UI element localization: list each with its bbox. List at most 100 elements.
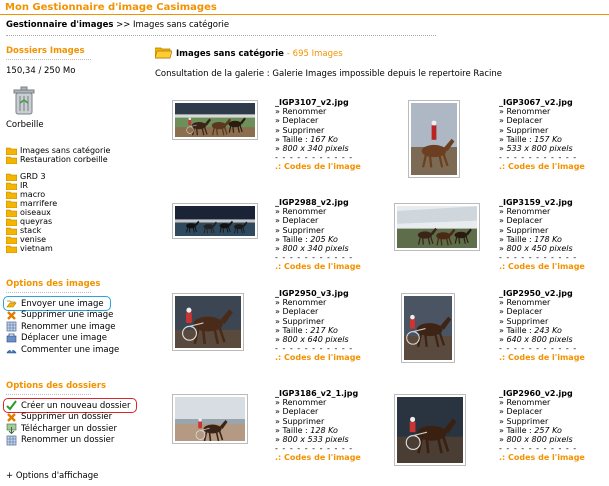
rename-link[interactable]: » Renommer [499, 207, 585, 216]
gallery-notice: Consultation de la galerie : Galerie Ima… [155, 69, 503, 79]
separator-dashes: - - - - - - - - - - - [499, 253, 578, 263]
folder-label: oiseaux [20, 208, 51, 217]
separator-dashes: - - - - - - - - - - - [499, 344, 578, 354]
folder-item[interactable]: vietnam [5, 244, 57, 253]
separator-dashes: - - - - - - - - - - - [275, 253, 354, 263]
image-thumbnail[interactable] [401, 293, 455, 363]
folder-label: Images sans catégorie [20, 146, 111, 155]
folder-item-restore-trash[interactable]: Restauration corbeille [5, 155, 110, 164]
image-size: » Taille : 257 Ko [499, 426, 585, 435]
download-folder-button[interactable]: Télécharger un dossier [6, 423, 137, 435]
image-thumbnail[interactable] [394, 394, 466, 466]
image-preview [175, 206, 255, 236]
image-thumbnail[interactable] [408, 100, 460, 178]
folder-item[interactable]: GRD 3 [5, 172, 57, 181]
move-link[interactable]: » Deplacer [275, 407, 361, 416]
breadcrumb-root[interactable]: Gestionnaire d'images [6, 20, 113, 30]
rename-link[interactable]: » Renommer [275, 398, 361, 407]
move-icon [6, 333, 17, 344]
image-codes-link[interactable]: .: Codes de l'image [499, 453, 585, 462]
rename-image-button[interactable]: Renommer une image [6, 321, 119, 333]
trash-label[interactable]: Corbeille [6, 120, 44, 130]
folder-item[interactable]: macro [5, 190, 57, 199]
image-codes-link[interactable]: .: Codes de l'image [275, 162, 361, 171]
folder-list: GRD 3 IR macro marrifere oiseaux queyras stack… [5, 172, 58, 253]
rename-link[interactable]: » Renommer [275, 298, 361, 307]
separator-dashes: - - - - - - - - - - - [275, 153, 354, 163]
delete-link[interactable]: » Supprimer [499, 317, 585, 326]
move-link[interactable]: » Deplacer [499, 216, 585, 225]
image-thumbnail[interactable] [172, 394, 248, 444]
rename-link[interactable]: » Renommer [499, 398, 585, 407]
size-value: 167 Ko [310, 134, 338, 144]
folder-item[interactable]: stack [5, 226, 57, 235]
trash-icon[interactable] [10, 84, 38, 116]
folder-item[interactable]: IR [5, 181, 57, 190]
image-preview [397, 206, 477, 248]
image-size: » Taille : 157 Ko [499, 135, 585, 144]
delete-link[interactable]: » Supprimer [275, 226, 361, 235]
folder-label: marrifere [20, 199, 58, 208]
image-thumbnail[interactable] [394, 203, 480, 251]
image-dimensions: » 800 x 340 pixels [275, 144, 361, 153]
folder-item[interactable]: oiseaux [5, 208, 57, 217]
folder-icon [5, 182, 18, 190]
delete-link[interactable]: » Supprimer [499, 226, 585, 235]
move-link[interactable]: » Deplacer [275, 307, 361, 316]
size-value: 257 Ko [534, 425, 562, 435]
rename-link[interactable]: » Renommer [275, 107, 361, 116]
image-size: » Taille : 243 Ko [499, 326, 585, 335]
folder-label: GRD 3 [20, 172, 46, 181]
delete-link[interactable]: » Supprimer [275, 126, 361, 135]
move-link[interactable]: » Deplacer [499, 407, 585, 416]
move-image-button[interactable]: Déplacer une image [6, 333, 119, 345]
comment-image-button[interactable]: Commenter une image [6, 344, 119, 356]
image-codes-link[interactable]: .: Codes de l'image [499, 262, 585, 271]
image-filename: _IGP2950_v3.jpg [275, 289, 349, 298]
delete-image-button[interactable]: Supprimer une image [6, 310, 119, 322]
rename-link[interactable]: » Renommer [499, 298, 585, 307]
display-options-link[interactable]: + Options d'affichage [6, 471, 98, 481]
image-dimensions: » 800 x 800 pixels [499, 435, 585, 444]
image-thumbnail[interactable] [172, 100, 258, 140]
dims-value: 800 x 533 pixels [282, 435, 349, 445]
image-codes-link[interactable]: .: Codes de l'image [499, 162, 585, 171]
dims-value: 800 x 450 pixels [506, 244, 573, 254]
image-codes-link[interactable]: .: Codes de l'image [499, 353, 585, 362]
delete-link[interactable]: » Supprimer [275, 317, 361, 326]
image-thumbnail[interactable] [172, 293, 244, 351]
delete-link[interactable]: » Supprimer [275, 417, 361, 426]
folder-item-uncategorized[interactable]: Images sans catégorie [5, 146, 111, 155]
rename-link[interactable]: » Renommer [275, 207, 361, 216]
sidebar-divider [6, 394, 91, 395]
image-codes-link[interactable]: .: Codes de l'image [275, 353, 361, 362]
quota-text: 150,34 / 250 Mo [6, 66, 76, 76]
breadcrumb: Gestionnaire d'images >> Images sans cat… [6, 20, 229, 30]
image-codes-link[interactable]: .: Codes de l'image [275, 262, 361, 271]
dims-value: 800 x 340 pixels [282, 244, 349, 254]
folder-icon [5, 173, 18, 181]
folder-label: vietnam [20, 244, 53, 253]
create-folder-button[interactable]: Créer un nouveau dossier [3, 398, 138, 414]
move-link[interactable]: » Deplacer [275, 116, 361, 125]
rename-folder-button[interactable]: Renommer un dossier [6, 435, 137, 447]
folder-item[interactable]: marrifere [5, 199, 58, 208]
rename-link[interactable]: » Renommer [499, 107, 585, 116]
delete-folder-button[interactable]: Supprimer un dossier [6, 412, 137, 424]
folder-item[interactable]: queyras [5, 217, 57, 226]
folder-item[interactable]: venise [5, 235, 57, 244]
move-link[interactable]: » Deplacer [499, 116, 585, 125]
folder-icon [5, 209, 18, 217]
upload-image-button[interactable]: Envoyer une image [3, 296, 119, 312]
folder-icon [5, 227, 18, 235]
image-codes-link[interactable]: .: Codes de l'image [275, 453, 361, 462]
create-folder-label: Créer un nouveau dossier [21, 400, 131, 411]
breadcrumb-divider [6, 35, 436, 36]
move-link[interactable]: » Deplacer [275, 216, 361, 225]
folder-icon [5, 200, 18, 208]
delete-link[interactable]: » Supprimer [499, 126, 585, 135]
breadcrumb-current: Images sans catégorie [133, 20, 230, 30]
image-thumbnail[interactable] [172, 203, 258, 239]
move-link[interactable]: » Deplacer [499, 307, 585, 316]
delete-link[interactable]: » Supprimer [499, 417, 585, 426]
